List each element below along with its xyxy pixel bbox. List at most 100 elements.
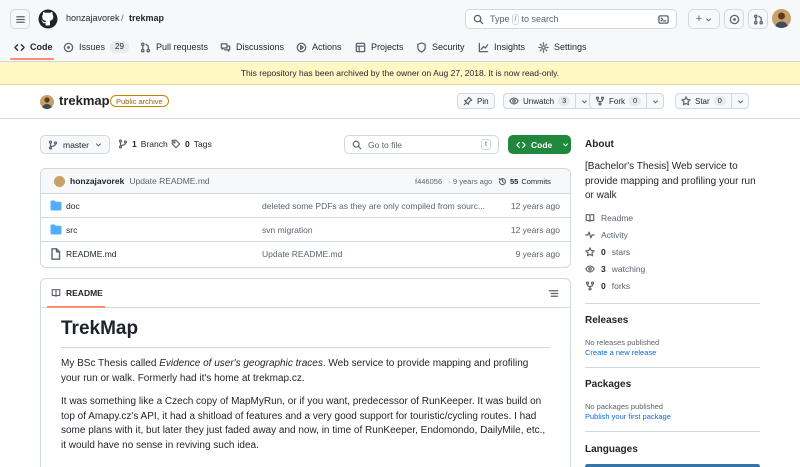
unwatch-label: Unwatch <box>523 96 555 106</box>
commit-message[interactable]: Update README.md <box>129 176 209 186</box>
discussions-icon <box>220 42 231 52</box>
branches-link[interactable]: 1 Branch <box>118 139 168 149</box>
pin-button[interactable]: Pin <box>457 93 495 109</box>
file-commit-message[interactable]: deleted some PDFs as they are only compi… <box>262 201 492 211</box>
tab-settings[interactable]: Settings <box>538 36 587 58</box>
commit-hash[interactable]: f446056 <box>415 177 442 186</box>
global-header: honzajavorek / trekmap Type / to search … <box>0 0 800 62</box>
sidebar-divider <box>585 367 760 368</box>
code-dropdown-button[interactable]: Code <box>508 135 571 154</box>
readme-link[interactable]: Readme <box>585 213 633 223</box>
file-name[interactable]: doc <box>66 201 80 211</box>
file-name[interactable]: README.md <box>66 249 117 259</box>
breadcrumb-repo[interactable]: trekmap <box>129 13 164 23</box>
file-age: 12 years ago <box>510 224 560 235</box>
create-release-link[interactable]: Create a new release <box>585 348 656 357</box>
pull-request-icon <box>140 41 151 53</box>
active-tab-indicator <box>10 58 54 60</box>
go-to-file-input[interactable]: Go to file t <box>344 135 499 154</box>
activity-link[interactable]: Activity <box>585 230 628 240</box>
tab-actions-label: Actions <box>312 42 342 52</box>
table-icon <box>355 42 366 52</box>
file-row[interactable]: doc deleted some PDFs as they are only c… <box>41 194 570 218</box>
graph-icon <box>478 42 489 52</box>
latest-commit-bar: honzajavorek Update README.md f446056 · … <box>41 169 570 194</box>
gear-icon <box>538 41 549 53</box>
chevron-down-icon <box>737 99 743 104</box>
unwatch-button[interactable]: Unwatch 3 <box>503 93 594 109</box>
tab-insights[interactable]: Insights <box>478 36 525 58</box>
tab-code[interactable]: Code <box>14 36 53 58</box>
pull-requests-button[interactable] <box>748 9 768 29</box>
branch-selector[interactable]: master <box>40 135 110 154</box>
fork-dropdown[interactable] <box>646 94 663 108</box>
releases-heading[interactable]: Releases <box>585 315 765 326</box>
tab-discussions[interactable]: Discussions <box>220 36 284 58</box>
eye-icon <box>509 97 519 105</box>
star-button[interactable]: Star 0 <box>675 93 749 109</box>
tab-security[interactable]: Security <box>416 36 465 58</box>
chevron-down-icon <box>95 143 102 147</box>
github-logo-icon[interactable] <box>38 9 58 29</box>
search-suffix: to search <box>521 14 559 24</box>
file-commit-message[interactable]: Update README.md <box>262 249 492 259</box>
tab-projects[interactable]: Projects <box>355 36 404 58</box>
eye-icon <box>585 265 595 273</box>
readme-link-label: Readme <box>601 213 634 223</box>
file-commit-message[interactable]: svn migration <box>262 225 492 235</box>
global-search-input[interactable]: Type / to search <box>465 9 677 29</box>
watching-link[interactable]: 3 watching <box>585 264 645 274</box>
commit-age: 9 years ago <box>453 176 493 186</box>
forks-label: forks <box>611 281 631 291</box>
forks-link[interactable]: 0 forks <box>585 281 630 291</box>
star-icon <box>681 96 691 106</box>
readme-tab-label: README <box>66 288 103 298</box>
tab-settings-label: Settings <box>554 42 587 52</box>
repo-title[interactable]: trekmap <box>59 93 110 108</box>
code-icon <box>516 141 526 148</box>
file-age: 12 years ago <box>510 200 560 211</box>
user-avatar[interactable] <box>772 9 791 28</box>
archived-banner-text: This repository has been archived by the… <box>240 68 560 78</box>
folder-icon <box>50 200 62 211</box>
issues-button[interactable] <box>724 9 744 29</box>
tag-icon <box>171 139 181 149</box>
branch-name: master <box>63 139 89 150</box>
file-row[interactable]: src svn migration 12 years ago <box>41 218 570 242</box>
file-name[interactable]: src <box>66 225 77 235</box>
outline-list-icon[interactable] <box>548 288 559 299</box>
commit-author[interactable]: honzajavorek <box>70 176 124 186</box>
pin-label: Pin <box>477 96 489 106</box>
fork-icon <box>585 281 595 291</box>
tab-pull-requests[interactable]: Pull requests <box>140 36 208 58</box>
tab-issues[interactable]: Issues 29 <box>63 36 129 58</box>
publish-package-link[interactable]: Publish your first package <box>585 412 671 421</box>
commits-history-link[interactable]: 55 Commits <box>498 177 551 186</box>
fork-button[interactable]: Fork 0 <box>589 93 665 109</box>
tab-issues-label: Issues <box>79 42 106 52</box>
repo-header-divider <box>0 118 800 119</box>
issue-icon <box>729 14 739 24</box>
readme-tab[interactable]: README <box>41 279 570 308</box>
languages-heading: Languages <box>585 444 638 455</box>
stars-count: 0 <box>601 247 606 257</box>
star-dropdown[interactable] <box>730 94 748 108</box>
branches-count: 1 <box>132 139 137 149</box>
tags-link[interactable]: 0 Tags <box>171 139 212 149</box>
breadcrumb-owner[interactable]: honzajavorek <box>66 13 120 23</box>
command-palette-icon[interactable] <box>658 14 669 25</box>
hamburger-menu-button[interactable] <box>10 9 30 29</box>
fork-label: Fork <box>609 96 625 106</box>
create-new-button[interactable]: + <box>688 9 720 29</box>
star-icon <box>585 247 595 257</box>
packages-heading[interactable]: Packages <box>585 379 765 390</box>
readme-paragraph-2: It was something like a Czech copy of Ma… <box>61 396 546 451</box>
commits-label: Commits <box>521 176 551 186</box>
repo-owner-avatar[interactable] <box>40 95 54 109</box>
stars-link[interactable]: 0 stars <box>585 247 630 257</box>
search-shortcut-key: / <box>511 13 520 25</box>
file-row[interactable]: README.md Update README.md 9 years ago <box>41 242 570 266</box>
commit-author-avatar[interactable] <box>54 175 65 187</box>
tab-actions[interactable]: Actions <box>296 36 342 58</box>
readme-tab-underline <box>47 306 105 308</box>
